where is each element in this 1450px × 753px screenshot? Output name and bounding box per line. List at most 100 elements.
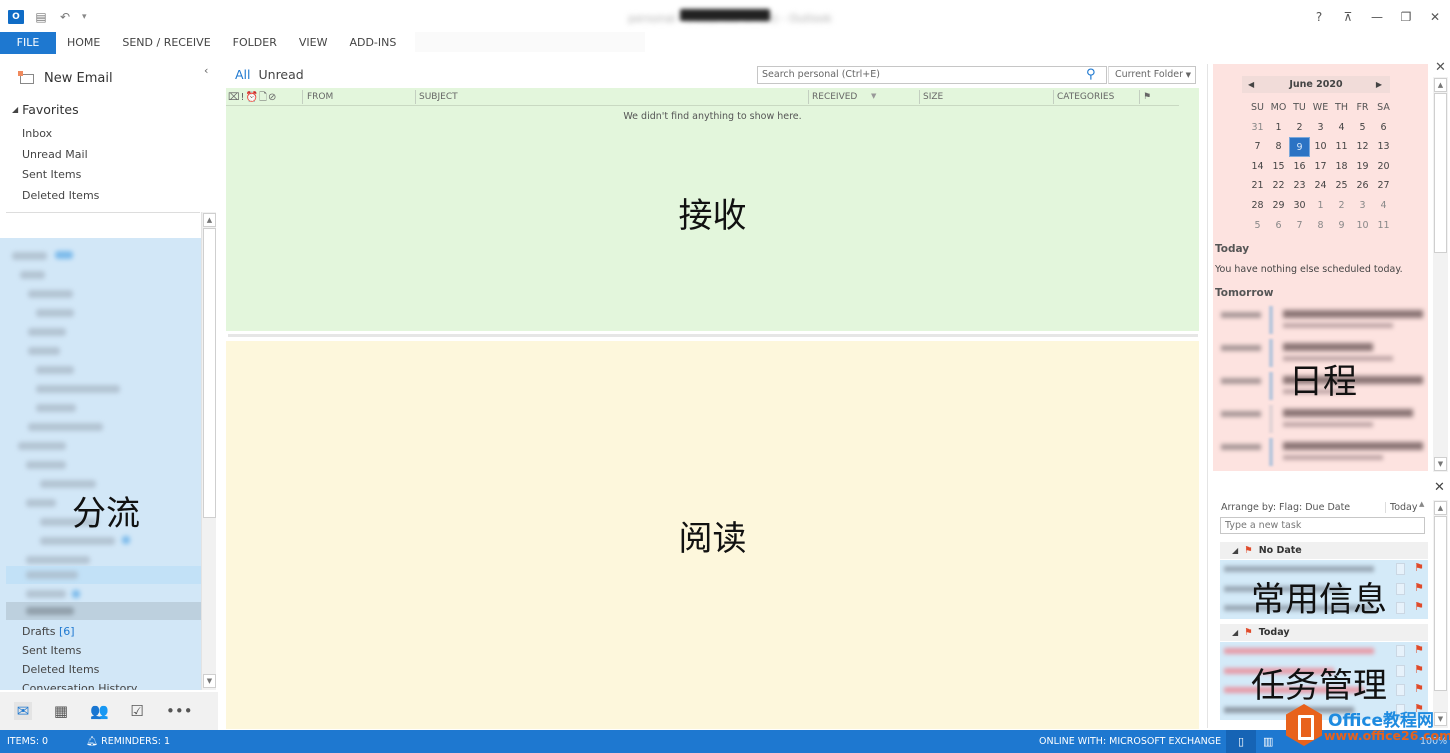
help-button[interactable]: ? (1312, 10, 1326, 24)
pane-splitter[interactable] (228, 334, 1198, 337)
tasks-scrollbar[interactable]: ▲ ▼ (1433, 500, 1448, 728)
favorite-deleted-items[interactable]: Deleted Items (22, 186, 99, 207)
collapse-pane-button[interactable]: ‹ (204, 64, 208, 77)
calendar-day[interactable]: 5 (1247, 216, 1268, 236)
sort-up-icon[interactable]: ▲ (1419, 500, 1424, 508)
tab-view[interactable]: VIEW (288, 32, 339, 54)
flag-icon[interactable]: ⚑ (1414, 581, 1424, 594)
folder-item[interactable] (36, 309, 74, 317)
calendar-day[interactable]: 1 (1310, 196, 1331, 216)
calendar-day[interactable]: 12 (1352, 137, 1373, 157)
calendar-day[interactable]: 24 (1310, 176, 1331, 196)
scroll-thumb[interactable] (1434, 516, 1447, 691)
calendar-day[interactable]: 13 (1373, 137, 1394, 157)
calendar-day[interactable]: 19 (1352, 157, 1373, 177)
calendar-day-selected[interactable]: 9 (1289, 137, 1310, 157)
scroll-up-icon[interactable]: ▲ (1434, 78, 1447, 92)
calendar-day[interactable]: 22 (1268, 176, 1289, 196)
calendar-day[interactable]: 10 (1352, 216, 1373, 236)
appointment-item[interactable] (1217, 438, 1427, 468)
reminder-icon[interactable]: ⏰ (246, 92, 259, 103)
scroll-up-icon[interactable]: ▲ (203, 213, 216, 227)
close-button[interactable]: ✕ (1428, 10, 1442, 24)
calendar-day[interactable]: 2 (1289, 118, 1310, 138)
scroll-up-icon[interactable]: ▲ (1434, 501, 1447, 515)
calendar-day[interactable]: 26 (1352, 176, 1373, 196)
folder-item[interactable] (26, 590, 66, 598)
folder-item[interactable] (18, 442, 66, 450)
search-icon[interactable]: ⚲ (1086, 66, 1096, 84)
tasks-icon[interactable]: ☑ (128, 702, 146, 720)
attachment-icon[interactable]: ⊘ (268, 92, 277, 103)
folder-item[interactable] (40, 537, 115, 545)
column-received[interactable]: RECEIVED (812, 92, 857, 102)
calendar-icon[interactable]: ▦ (52, 702, 70, 720)
folder-item[interactable] (26, 461, 66, 469)
calendar-day[interactable]: 8 (1268, 137, 1289, 157)
calendar-day[interactable]: 11 (1331, 137, 1352, 157)
calendar-day[interactable]: 6 (1268, 216, 1289, 236)
calendar-day[interactable]: 7 (1289, 216, 1310, 236)
filter-unread[interactable]: Unread (259, 67, 304, 82)
folder-item[interactable] (26, 571, 78, 579)
item-icon[interactable]: 🗋 (259, 92, 268, 103)
folder-item[interactable] (36, 385, 120, 393)
outlook-icon[interactable]: O (8, 10, 24, 24)
calendar-day[interactable]: 3 (1310, 118, 1331, 138)
close-tasks-peek-icon[interactable]: ✕ (1434, 480, 1445, 495)
flag-filter-icon[interactable]: ⚑ (1143, 92, 1151, 102)
scroll-thumb[interactable] (1434, 93, 1447, 253)
calendar-day[interactable]: 28 (1247, 196, 1268, 216)
folder-sent-items[interactable]: Sent Items (22, 644, 81, 657)
column-from[interactable]: FROM (307, 92, 333, 102)
minimize-button[interactable]: — (1370, 10, 1384, 24)
folder-item[interactable] (28, 423, 103, 431)
favorites-header[interactable]: ◢ Favorites (12, 102, 79, 117)
calendar-day[interactable]: 27 (1373, 176, 1394, 196)
tab-folder[interactable]: FOLDER (222, 32, 288, 54)
flag-icon[interactable]: ⚑ (1414, 561, 1424, 574)
favorite-inbox[interactable]: Inbox (22, 124, 99, 145)
mail-icon[interactable]: ✉ (14, 702, 32, 720)
previous-month-icon[interactable]: ◀ (1248, 76, 1254, 93)
tab-home[interactable]: HOME (56, 32, 111, 54)
task-checkbox[interactable] (1396, 582, 1405, 595)
favorite-sent-items[interactable]: Sent Items (22, 165, 99, 186)
calendar-day[interactable]: 4 (1331, 118, 1352, 138)
calendar-day[interactable]: 18 (1331, 157, 1352, 177)
task-checkbox[interactable] (1396, 602, 1405, 614)
folder-deleted-items[interactable]: Deleted Items (22, 663, 99, 676)
tab-send-receive[interactable]: SEND / RECEIVE (111, 32, 221, 54)
calendar-day[interactable]: 11 (1373, 216, 1394, 236)
calendar-day[interactable]: 29 (1268, 196, 1289, 216)
scroll-down-icon[interactable]: ▼ (1434, 457, 1447, 471)
task-checkbox[interactable] (1396, 645, 1405, 657)
flag-icon[interactable]: ⚑ (1414, 663, 1424, 676)
calendar-day[interactable]: 8 (1310, 216, 1331, 236)
folder-drafts[interactable]: Drafts [6] (22, 625, 75, 638)
calendar-day[interactable]: 5 (1352, 118, 1373, 138)
calendar-scrollbar[interactable]: ▲ ▼ (1433, 77, 1448, 472)
folder-item[interactable] (36, 366, 74, 374)
calendar-day[interactable]: 14 (1247, 157, 1268, 177)
appointment-item[interactable] (1217, 405, 1427, 435)
arrange-by[interactable]: Arrange by: Flag: Due Date (1221, 502, 1350, 513)
calendar-day[interactable]: 10 (1310, 137, 1331, 157)
reminders-button[interactable]: 🔔︎ REMINDERS: 1 (86, 736, 170, 747)
folder-item[interactable] (20, 271, 45, 279)
close-calendar-peek-icon[interactable]: ✕ (1435, 60, 1446, 75)
calendar-day[interactable]: 31 (1247, 118, 1268, 138)
scroll-down-icon[interactable]: ▼ (203, 674, 216, 688)
search-scope-dropdown[interactable]: Current Folder ▼ (1108, 66, 1196, 84)
calendar-day[interactable]: 9 (1331, 216, 1352, 236)
calendar-day[interactable]: 3 (1352, 196, 1373, 216)
column-categories[interactable]: CATEGORIES (1057, 92, 1114, 102)
ribbon-display-icon[interactable]: ⊼ (1341, 10, 1355, 24)
flag-icon[interactable]: ⚑ (1414, 600, 1424, 613)
task-group-today[interactable]: ◢ ⚑ Today (1220, 624, 1428, 641)
calendar-day[interactable]: 21 (1247, 176, 1268, 196)
appointment-item[interactable] (1217, 306, 1427, 336)
customize-icon[interactable]: ▾ (82, 12, 87, 22)
calendar-day[interactable]: 7 (1247, 137, 1268, 157)
calendar-day[interactable]: 16 (1289, 157, 1310, 177)
